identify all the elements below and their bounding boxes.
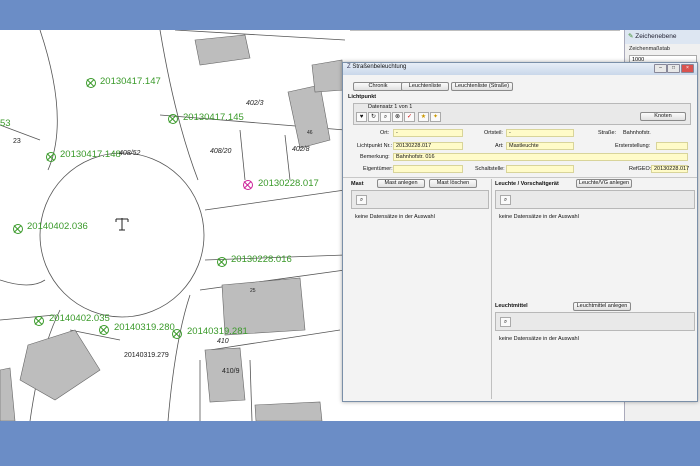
minimize-icon[interactable]: – [654,64,667,73]
bottom-band [0,421,700,466]
lichtpunkt-nr-label: Lichtpunkt Nr.: [357,143,393,149]
lamp-label: 20130228.017 [258,178,319,189]
street-lamp-icon[interactable] [34,316,44,326]
parcel-number: 402/3 [246,100,264,107]
scale-label: Zeichenmaßstab [629,46,670,52]
leuchte-empty-text: keine Datensätze in der Auswahl [499,214,579,220]
search-icon[interactable]: ⌕ [500,317,511,327]
leuchte-anlegen-button[interactable]: Leuchte/VG anlegen [576,179,632,188]
bemerkung-field[interactable]: Bahnhofstr. 016 [393,153,688,161]
parcel-number: 410 [217,338,229,345]
search-icon[interactable]: ⌕ [380,112,391,122]
lamp-label: 20140402.036 [27,221,88,232]
chronik-button[interactable]: Chronik [353,82,403,91]
panel-header: ✎ Zeichenebene [625,30,700,44]
ersterstellung-label: Ersterstellung: [615,143,651,149]
street-lamp-icon[interactable] [13,224,23,234]
parcel-number: 408/52 [119,150,141,157]
parcel-number: 23 [13,138,21,145]
check-icon[interactable]: ✓ [404,112,415,122]
app-icon: Z [347,64,351,70]
art-field[interactable]: Mastleuchte [506,142,574,150]
pencil-icon: ✎ [628,33,634,40]
schaltstelle-field[interactable] [506,165,574,173]
strasse-label: Straße: [598,130,617,136]
schaltstelle-label: Schaltstelle: [475,166,505,172]
dialog-titlebar[interactable]: Z Straßenbeleuchtung – □ × [343,63,697,75]
parcel-number: 408/20 [210,148,232,155]
ort-field[interactable]: - [393,129,463,137]
street-lamp-icon[interactable] [217,257,227,267]
lamp-label: 20140402.035 [49,313,110,324]
bemerkung-label: Bemerkung: [360,154,390,160]
knoten-button[interactable]: Knoten [640,112,686,121]
leuchtmittel-empty-text: keine Datensätze in der Auswahl [499,336,579,342]
strasse-field[interactable]: Bahnhofstr. [620,129,690,137]
delete-icon[interactable]: ⊗ [392,112,403,122]
search-icon[interactable]: ⌕ [500,195,511,205]
street-lamp-icon[interactable] [99,325,109,335]
dialog-title: Straßenbeleuchtung [352,64,407,70]
leuchtenliste-strasse-button[interactable]: Leuchtenliste (Straße) [451,82,513,91]
section-lichtpunkt-title: Lichtpunkt [348,94,377,100]
building-number: 46 [307,130,313,136]
search-icon[interactable]: ⌕ [356,195,367,205]
star-icon[interactable]: ★ [418,112,429,122]
heart-icon[interactable]: ♥ [356,112,367,122]
leuchtenliste-button[interactable]: Leuchtenliste [401,82,449,91]
mast-empty-text: keine Datensätze in der Auswahl [355,214,435,220]
lamp-label: 20130417.148 [60,149,121,160]
mast-title: Mast [351,181,364,187]
stars-icon[interactable]: ✦ [430,112,441,122]
leuchtmittel-title: Leuchtmittel [495,303,528,309]
lamp-label: 20140319.280 [114,322,175,333]
panel-title: Zeichenebene [635,33,677,40]
mast-toolbar: ⌕ [351,190,489,209]
refgeo-field[interactable]: 20130228.017 [651,165,689,173]
leuchte-toolbar: ⌕ [495,190,695,209]
streetlight-dialog: Z Straßenbeleuchtung – □ × Chronik Leuch… [342,62,698,402]
street-lamp-icon[interactable] [86,78,96,88]
leuchtmittel-toolbar: ⌕ [495,312,695,331]
leuchte-title: Leuchte / Vorschaltgerät [495,181,559,187]
lamp-symbol [115,218,129,231]
lamp-label: 20130417.147 [100,76,161,87]
lamp-label-small: 20140319.279 [124,352,169,359]
street-lamp-icon[interactable] [46,152,56,162]
record-toolbar: Datensatz 1 von 1 ♥ ↻ ⌕ ⊗ ✓ ★ ✦ Knoten [353,103,691,125]
street-lamp-icon[interactable] [172,329,182,339]
lamp-label: 20130228.016 [231,254,292,265]
lamp-label: 53 [0,118,11,129]
ortsteil-label: Ortsteil: [484,130,503,136]
street-lamp-icon[interactable] [168,114,178,124]
leuchtmittel-anlegen-button[interactable]: Leuchtmittel anlegen [573,302,631,311]
selected-street-lamp-icon[interactable] [243,180,253,190]
close-icon[interactable]: × [681,64,694,73]
top-band [0,0,700,30]
lamp-label: 20130417.145 [183,112,244,123]
maximize-icon[interactable]: □ [667,64,680,73]
vertical-divider [491,179,492,399]
ortsteil-field[interactable]: - [506,129,574,137]
eigentuemer-label: Eigentümer: [363,166,393,172]
art-label: Art: [495,143,504,149]
building-number: 25 [250,288,256,294]
eigentuemer-field[interactable] [393,165,463,173]
ort-label: Ort: [380,130,390,136]
parcel-number: 402/8 [292,146,310,153]
mast-loeschen-button[interactable]: Mast löschen [429,179,477,188]
mast-anlegen-button[interactable]: Mast anlegen [377,179,425,188]
ersterstellung-field[interactable] [656,142,688,150]
refresh-icon[interactable]: ↻ [368,112,379,122]
parcel-number: 410/9 [222,368,240,375]
lichtpunkt-nr-field[interactable]: 20130228.017 [393,142,463,150]
refgeo-label: RefGEO: [629,166,652,172]
divider [343,177,697,178]
record-counter: Datensatz 1 von 1 [368,104,413,110]
lamp-label: 20140319.281 [187,326,248,337]
